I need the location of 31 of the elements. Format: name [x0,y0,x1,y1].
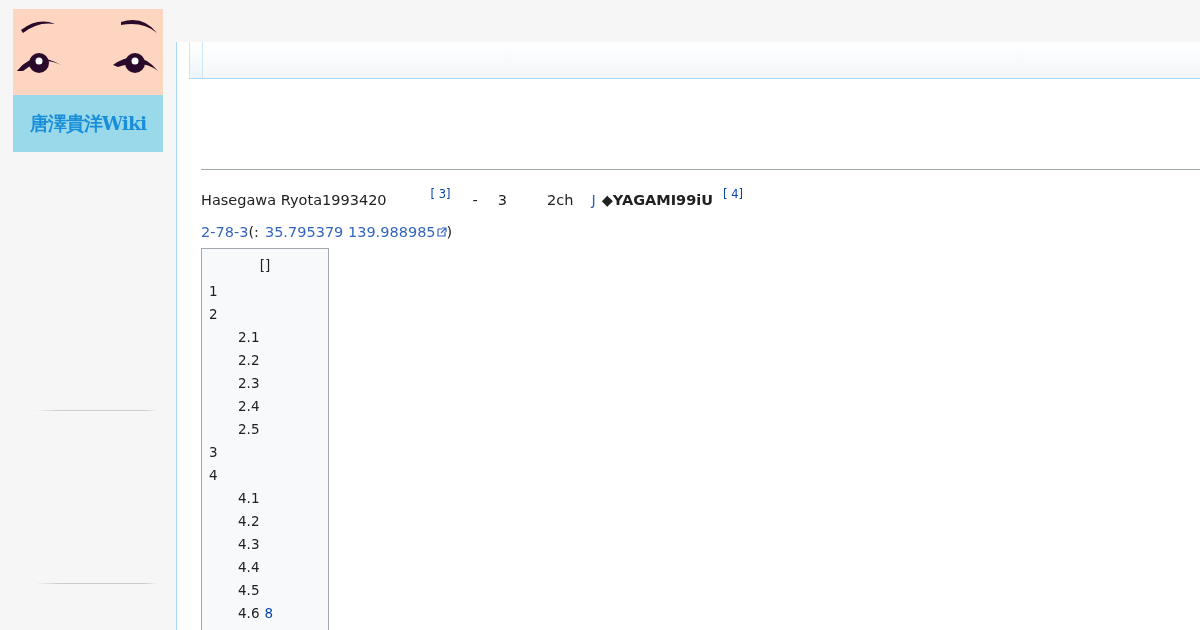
toc-link[interactable]: 8 [264,605,274,621]
reference-link[interactable]: [ 3] [430,184,451,204]
toc-number[interactable]: 2.4 [238,398,260,414]
toc-number[interactable]: 3 [209,444,218,460]
coordinates-link[interactable]: 35.795379 139.988985 [264,222,436,242]
toc-number[interactable]: 2.5 [238,421,260,437]
toc-number[interactable]: 2.1 [238,329,260,345]
toc-number[interactable]: 2.2 [238,352,260,368]
toc-number[interactable]: 4.3 [238,536,260,552]
toc-number[interactable]: 4.5 [238,582,260,598]
toc-number[interactable]: 2.3 [238,375,260,391]
wiki-link[interactable]: J [591,190,596,210]
toc-number[interactable]: 2 [209,306,218,322]
toc-number[interactable]: 4.6 [238,605,260,621]
toc-number[interactable]: 4 [209,467,218,483]
toc-number[interactable]: 1 [209,283,218,299]
toc-number[interactable]: 4.4 [238,559,260,575]
body-text: ) [446,223,453,242]
body-text: 2ch [547,191,574,210]
bold-text: ◆YAGAMI99iU [601,191,714,210]
toc-number[interactable]: 4.2 [238,513,260,529]
toc-title: [] [258,256,272,274]
external-link-icon [436,227,447,237]
body-text: - [472,191,478,210]
body-text: Hasegawa Ryota1993420 [201,191,387,210]
body-text: 3 [497,191,507,210]
wiki-link[interactable]: 2-78-3 [201,222,249,242]
logo-text: 唐澤貴洋Wiki [29,110,147,136]
toc-number[interactable]: 4.1 [238,490,260,506]
body-text: (: [248,223,259,242]
reference-link[interactable]: [ 4] [723,184,743,204]
